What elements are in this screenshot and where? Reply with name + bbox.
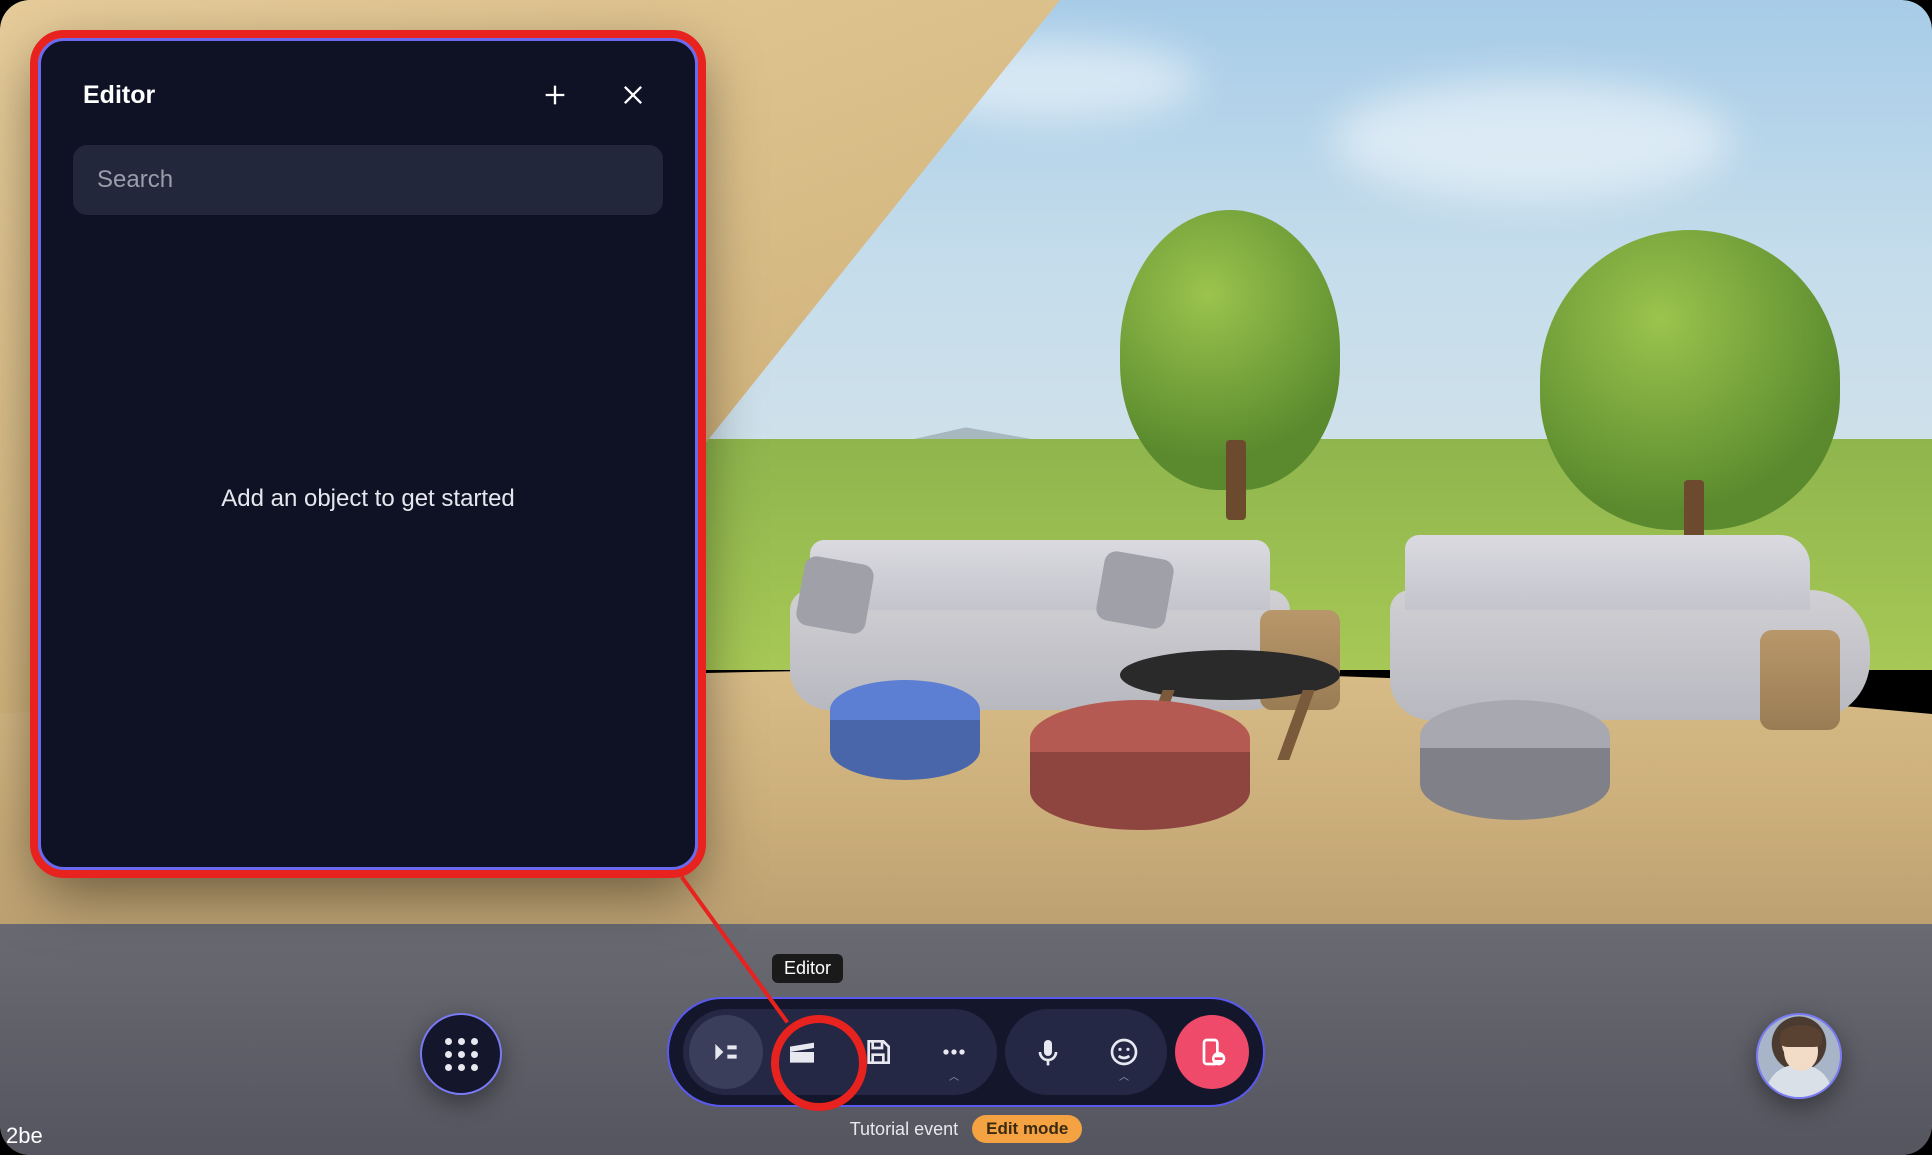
- editor-header: Editor: [65, 69, 671, 135]
- toolbar-group-edit: ︿: [683, 1009, 997, 1095]
- add-button[interactable]: [535, 75, 575, 115]
- microphone-icon: [1032, 1036, 1064, 1068]
- toolbar-group-comm: ︿: [1005, 1009, 1167, 1095]
- pillow: [1094, 549, 1175, 630]
- save-button[interactable]: [841, 1015, 915, 1089]
- search-input[interactable]: [97, 166, 639, 194]
- app-viewport: Editor Add an object to get started Edit…: [0, 0, 1932, 1155]
- tree: [1540, 230, 1840, 530]
- exit-icon: [1196, 1036, 1228, 1068]
- ottoman: [1420, 700, 1610, 820]
- avatar-button[interactable]: [1756, 1013, 1842, 1099]
- pillow: [794, 554, 875, 635]
- tree: [1120, 210, 1340, 490]
- editor-tooltip: Editor: [772, 954, 843, 983]
- chevron-up-icon: ︿: [949, 1068, 959, 1083]
- smile-icon: [1108, 1036, 1140, 1068]
- edit-mode-badge: Edit mode: [972, 1115, 1082, 1143]
- save-icon: [862, 1036, 894, 1068]
- plus-icon: [541, 81, 569, 109]
- scenes-button[interactable]: [765, 1015, 839, 1089]
- more-icon: [938, 1036, 970, 1068]
- footer-labels: Tutorial event Edit mode: [0, 1115, 1932, 1143]
- exit-edit-button[interactable]: [1175, 1015, 1249, 1089]
- bottom-toolbar: ︿ ︿: [667, 997, 1265, 1107]
- editor-panel: Editor Add an object to get started: [38, 38, 698, 870]
- event-name-label: Tutorial event: [850, 1119, 958, 1140]
- corner-text: 2be: [6, 1123, 43, 1149]
- ottoman: [1030, 700, 1250, 830]
- ottoman: [830, 680, 980, 780]
- menu-button[interactable]: [420, 1013, 502, 1095]
- clapperboard-icon: [786, 1036, 818, 1068]
- editor-button[interactable]: [689, 1015, 763, 1089]
- chevron-up-icon: ︿: [1119, 1068, 1129, 1083]
- grid-icon: [445, 1038, 478, 1071]
- close-icon: [619, 81, 647, 109]
- side-table: [1760, 630, 1840, 730]
- more-button[interactable]: ︿: [917, 1015, 991, 1089]
- avatar-hair: [1780, 1025, 1822, 1047]
- editor-title: Editor: [83, 81, 155, 110]
- coffee-table: [1120, 650, 1340, 700]
- editor-icon: [710, 1036, 742, 1068]
- microphone-button[interactable]: [1011, 1015, 1085, 1089]
- reactions-button[interactable]: ︿: [1087, 1015, 1161, 1089]
- empty-state-message: Add an object to get started: [65, 225, 671, 839]
- close-button[interactable]: [613, 75, 653, 115]
- search-box[interactable]: [73, 145, 663, 215]
